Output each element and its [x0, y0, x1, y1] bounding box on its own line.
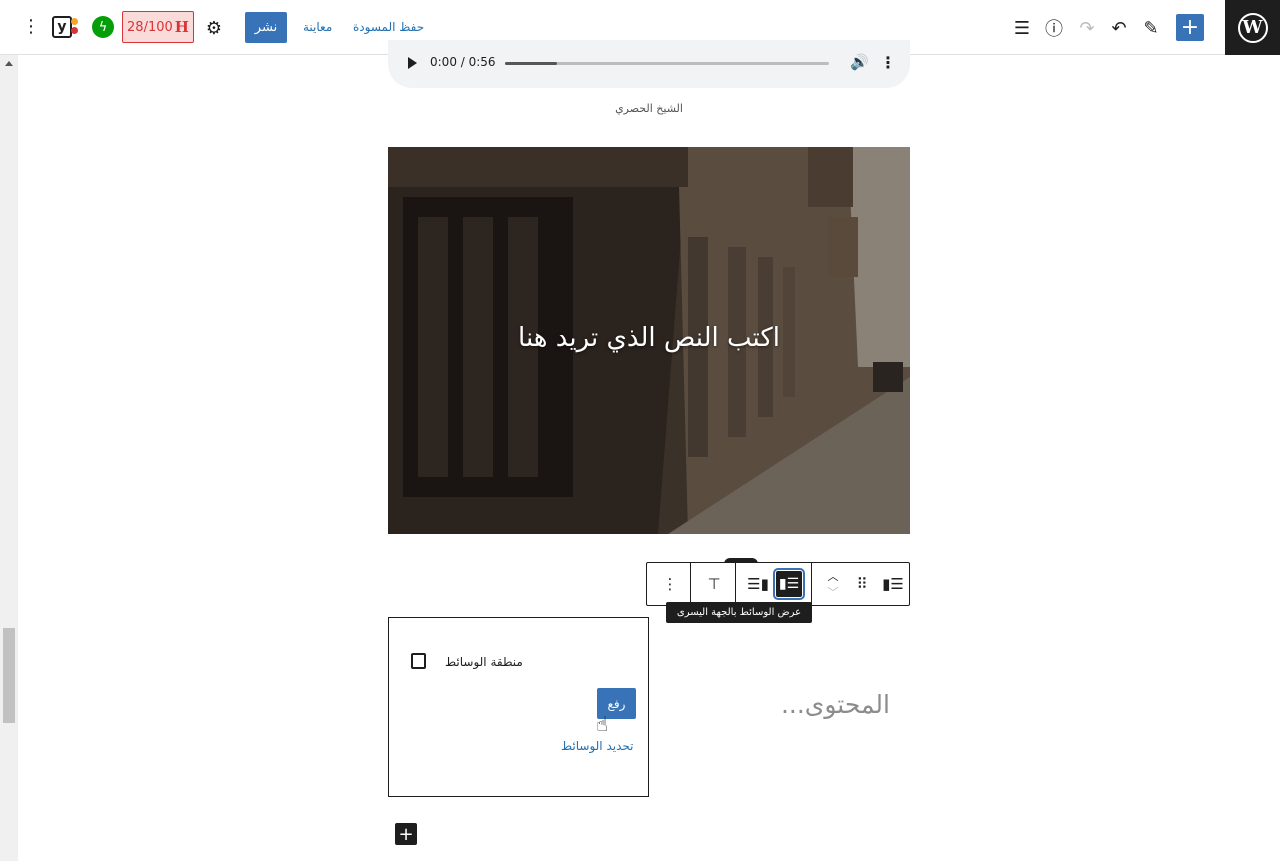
cover-title[interactable]: اكتب النص الذي تريد هنا [388, 323, 910, 353]
media-left-icon: ▮☰ [778, 576, 800, 592]
hand-cursor-icon: ☝ [596, 712, 609, 736]
scroll-up-arrow-icon[interactable] [5, 61, 13, 66]
seo-score-button[interactable]: 28/100 H [122, 11, 194, 43]
audio-more-icon[interactable]: ⋮ [880, 53, 896, 72]
block-inserter-button[interactable]: + [1176, 14, 1204, 41]
media-on-left-button[interactable]: ▮☰ [773, 568, 805, 600]
settings-button[interactable]: ⚙ [199, 13, 229, 43]
yoast-icon: y [57, 19, 67, 35]
undo-button[interactable]: ↶ [1104, 13, 1134, 43]
cover-block[interactable]: اكتب النص الذي تريد هنا [388, 147, 910, 534]
media-icon [411, 653, 426, 669]
preview-button[interactable]: معاينة [303, 20, 332, 34]
media-on-right-button[interactable]: ☰▮ [743, 563, 773, 605]
jetpack-button[interactable]: ϟ [92, 16, 114, 38]
plus-icon: + [398, 823, 414, 845]
document-overview-button[interactable]: ☰ [1007, 13, 1037, 43]
align-top-icon: ⊤ [707, 575, 721, 593]
undo-icon: ↶ [1111, 17, 1127, 39]
seo-score-value: 28/100 [127, 19, 173, 35]
audio-player[interactable]: 0:00 / 0:56 🔊 ⋮ [388, 40, 910, 88]
tools-button[interactable]: ✎ [1136, 13, 1166, 43]
select-media-button[interactable]: تحديد الوسائط [561, 739, 633, 753]
vertical-dots-icon: ⋮ [662, 575, 678, 593]
wordpress-icon: W [1237, 12, 1268, 43]
yoast-status-dot-icon [71, 27, 78, 34]
list-view-icon: ☰ [1013, 17, 1031, 39]
wordpress-logo-button[interactable]: W [1225, 0, 1280, 55]
block-options-button[interactable]: ⋮ [653, 563, 687, 605]
drag-dots-icon: ⠿ [856, 575, 868, 593]
move-block-buttons[interactable]: ︿ ﹀ [817, 563, 849, 605]
bolt-icon: ϟ [98, 19, 108, 35]
chevron-down-icon[interactable]: ﹀ [828, 584, 839, 600]
audio-time: 0:00 / 0:56 [430, 55, 496, 69]
volume-icon[interactable]: 🔊 [850, 53, 869, 71]
audio-progress-bar[interactable] [505, 62, 829, 65]
content-placeholder[interactable]: المحتوى... [760, 690, 890, 719]
info-icon: ⓘ [1045, 19, 1063, 40]
add-block-button[interactable]: + [395, 823, 417, 845]
save-draft-button[interactable]: حفظ المسودة [353, 20, 424, 34]
play-icon[interactable] [408, 57, 417, 69]
scrollbar-thumb[interactable] [3, 628, 15, 723]
yoast-status-dot-icon [71, 18, 78, 25]
publish-button[interactable]: نشر [245, 12, 287, 43]
pencil-icon: ✎ [1143, 17, 1159, 39]
options-menu-button[interactable]: ⋮ [22, 16, 40, 37]
seo-plugin-icon: H [174, 18, 189, 36]
audio-caption[interactable]: الشيخ الحصري [388, 102, 910, 115]
redo-button[interactable]: ↷ [1072, 13, 1102, 43]
media-placeholder: منطقة الوسائط رفع تحديد الوسائط [388, 617, 649, 797]
plus-icon: + [1180, 15, 1200, 40]
media-right-icon: ☰▮ [747, 575, 769, 593]
vertical-align-button[interactable]: ⊤ [697, 563, 731, 605]
toolbar-tooltip: عرض الوسائط بالجهة اليسرى [666, 602, 812, 623]
redo-icon: ↷ [1079, 17, 1095, 39]
details-button[interactable]: ⓘ [1039, 13, 1069, 43]
chevron-up-icon[interactable]: ︿ [828, 568, 839, 584]
drag-handle[interactable]: ⠿ [850, 563, 874, 605]
vertical-dots-icon: ⋮ [22, 16, 40, 37]
yoast-seo-button[interactable]: y [52, 16, 72, 38]
media-text-block-button[interactable]: ▮☰ [876, 563, 910, 605]
editor-scrollbar[interactable] [0, 55, 18, 861]
audio-progress-fill [505, 62, 557, 65]
gear-icon: ⚙ [205, 17, 223, 39]
media-text-icon: ▮☰ [882, 575, 904, 593]
media-area-label: منطقة الوسائط [445, 655, 523, 669]
